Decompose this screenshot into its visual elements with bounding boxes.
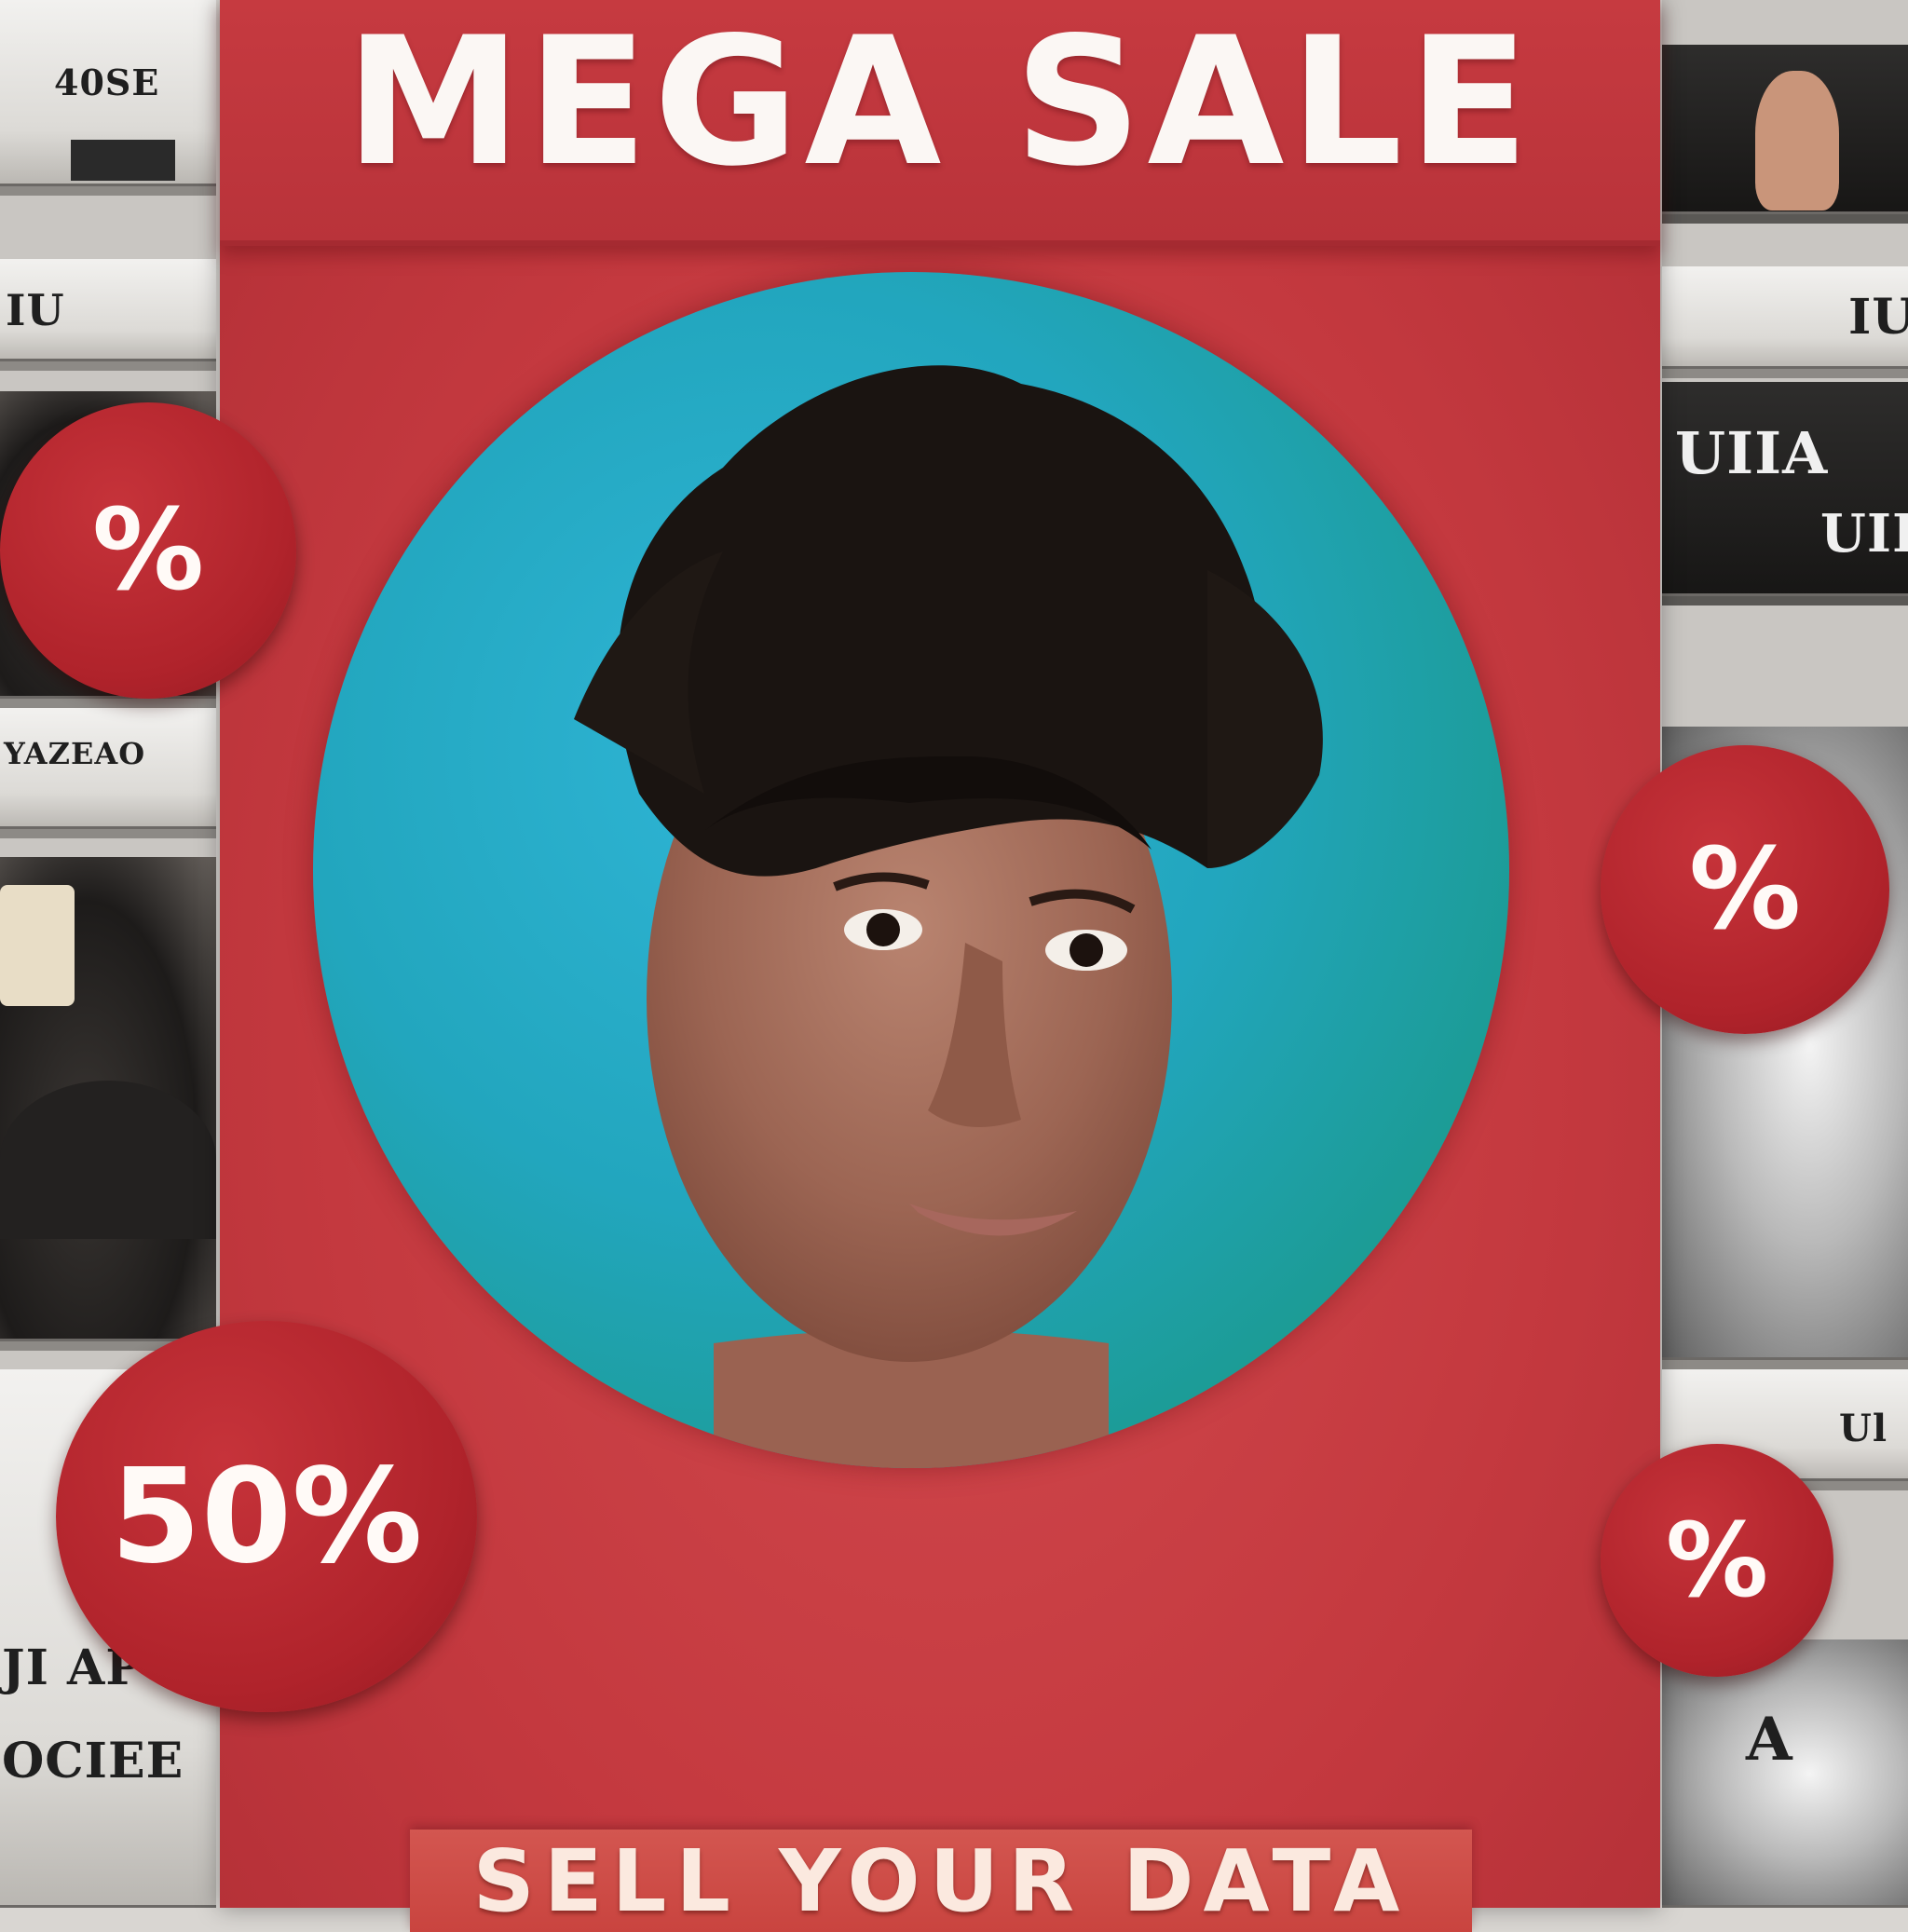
shelf-label: Ul [1839,1407,1888,1450]
shelf-product-photo [0,857,216,1351]
headline-text: MEGA SALE [345,0,1535,205]
shelf-label: YAZEAO [4,736,146,771]
shelf-box: YAZEAO [0,708,216,838]
product-box [71,140,175,181]
shelf-box: UIIA UIII [1662,382,1908,605]
shelf-label: IU [6,285,65,335]
shelf-box: IUI [1662,266,1908,378]
shelf-label: OCIEE [2,1733,184,1789]
shelf-product-photo: A [1662,1639,1908,1908]
shelf-box: 40SE [0,0,216,196]
discount-badge-50: 50% [56,1321,477,1712]
product-figurine [1755,71,1839,211]
portrait-circle [313,272,1509,1468]
discount-badge: % [0,402,296,699]
shelf-box: IU [0,259,216,371]
shelf-label: UIIA [1675,419,1829,487]
shelf-label: UIII [1820,503,1908,565]
sell-your-data-banner: SELL YOUR DATA [410,1830,1472,1932]
portrait-illustration [574,365,1323,1468]
shelf-label: IUI [1848,289,1908,346]
headline-banner: MEGA SALE [220,0,1660,246]
discount-badge: % [1601,1444,1833,1677]
product-jar [0,885,75,1006]
shelf-product-photo [1662,45,1908,224]
shelf-label: A [1746,1705,1793,1775]
shelf-label: 40SE [54,61,160,103]
product-shape [0,1081,216,1239]
discount-badge: % [1601,745,1889,1034]
